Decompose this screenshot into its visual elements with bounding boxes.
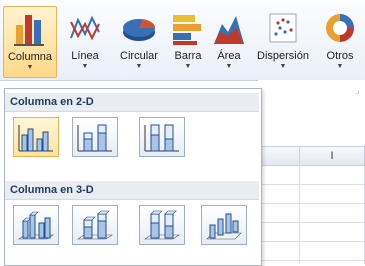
grid-line bbox=[258, 222, 365, 223]
bar-chart-button[interactable]: Barra ▼ bbox=[168, 6, 208, 78]
3d-column-icon bbox=[206, 213, 242, 240]
3d-clustered-column-icon bbox=[18, 211, 54, 240]
line-chart-icon bbox=[70, 15, 100, 41]
pie-chart-button[interactable]: Circular ▼ bbox=[110, 6, 168, 78]
pie-chart-icon bbox=[123, 19, 155, 41]
other-charts-button[interactable]: Otros ▼ bbox=[317, 6, 363, 78]
column-header-h[interactable] bbox=[258, 146, 300, 166]
3d-100-stacked-column-icon bbox=[144, 210, 180, 240]
column-chart-gallery: Columna en 2-D Columna en 3-D bbox=[4, 88, 262, 266]
chevron-down-icon: ▼ bbox=[225, 63, 233, 70]
line-chart-label: Línea bbox=[71, 50, 99, 62]
stacked-column-option[interactable] bbox=[72, 117, 118, 157]
scatter-chart-button[interactable]: Dispersión ▼ bbox=[250, 6, 316, 78]
3d-100-stacked-column-option[interactable] bbox=[139, 205, 185, 245]
100-stacked-column-icon bbox=[144, 124, 179, 152]
grid-line bbox=[258, 241, 365, 242]
area-chart-button[interactable]: Área ▼ bbox=[211, 6, 247, 78]
chevron-down-icon: ▼ bbox=[279, 63, 287, 70]
section-header-3d: Columna en 3-D bbox=[5, 181, 259, 200]
chevron-down-icon: ▼ bbox=[336, 63, 344, 70]
scatter-chart-icon bbox=[269, 13, 297, 43]
3d-stacked-column-option[interactable] bbox=[72, 205, 118, 245]
column-chart-label: Columna bbox=[7, 51, 53, 63]
line-chart-button[interactable]: Línea ▼ bbox=[61, 6, 109, 78]
column-chart-icon bbox=[14, 15, 44, 46]
chevron-down-icon: ▼ bbox=[26, 64, 34, 71]
bar-chart-icon bbox=[173, 15, 201, 45]
scatter-chart-label: Dispersión bbox=[257, 50, 309, 62]
grid-line bbox=[258, 203, 365, 204]
other-charts-icon bbox=[326, 14, 354, 42]
section-header-2d: Columna en 2-D bbox=[5, 93, 259, 112]
column-header-i[interactable]: I bbox=[299, 146, 365, 166]
3d-clustered-column-option[interactable] bbox=[13, 205, 59, 245]
column-chart-button[interactable]: Columna ▼ bbox=[3, 6, 57, 78]
chevron-down-icon: ▼ bbox=[184, 63, 192, 70]
clustered-column-icon bbox=[18, 125, 53, 152]
3d-column-option[interactable] bbox=[201, 205, 247, 245]
grid-line bbox=[299, 166, 300, 264]
grid-line bbox=[258, 260, 365, 261]
chevron-down-icon: ▼ bbox=[81, 63, 89, 70]
ribbon-chart-group: Columna ▼ Línea ▼ Circular ▼ Barra ▼ Áre… bbox=[0, 0, 365, 81]
other-charts-label: Otros bbox=[326, 50, 354, 62]
3d-stacked-column-icon bbox=[77, 210, 113, 240]
100-stacked-column-option[interactable] bbox=[139, 117, 185, 157]
area-chart-label: Área bbox=[217, 50, 241, 62]
chevron-down-icon: ▼ bbox=[135, 63, 143, 70]
worksheet[interactable]: I bbox=[258, 80, 365, 264]
pie-chart-label: Circular bbox=[120, 50, 158, 62]
dialog-launcher-icon[interactable]: ⌟ bbox=[356, 87, 359, 95]
clustered-column-option[interactable] bbox=[13, 117, 59, 157]
bar-chart-label: Barra bbox=[174, 50, 202, 62]
stacked-column-icon bbox=[77, 124, 112, 152]
grid-line bbox=[258, 184, 365, 185]
area-chart-icon bbox=[214, 16, 244, 44]
